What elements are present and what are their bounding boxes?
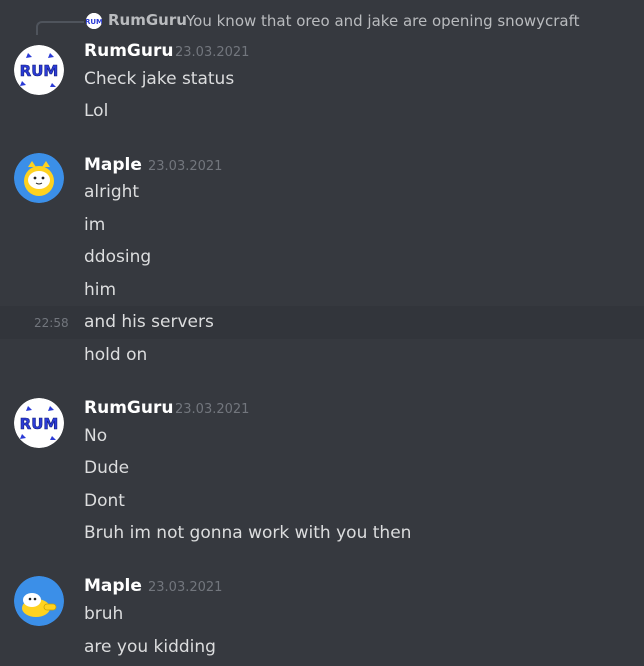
message-text: Bruh im not gonna work with you then: [84, 523, 412, 543]
message-text: him: [84, 280, 117, 300]
message-author[interactable]: RumGuru: [84, 41, 173, 61]
message-text: alright: [84, 182, 140, 202]
message-text: ddosing: [84, 247, 152, 267]
message-hover-time: 22:58: [34, 316, 69, 330]
rumguru-avatar[interactable]: RUM: [14, 398, 64, 448]
message-text: bruh: [84, 604, 124, 624]
message-text: Dont: [84, 491, 125, 511]
message-timestamp: 23.03.2021: [175, 45, 250, 60]
message-text: are you kidding: [84, 637, 216, 657]
message-author[interactable]: Maple: [84, 155, 142, 175]
message-author[interactable]: Maple: [84, 576, 142, 596]
message-timestamp: 23.03.2021: [175, 402, 250, 417]
rumguru-avatar[interactable]: RUM: [14, 45, 64, 95]
message-timestamp: 23.03.2021: [148, 580, 223, 595]
reply-author[interactable]: RumGuru: [108, 11, 187, 29]
message-text: Lol: [84, 101, 109, 121]
message-timestamp: 23.03.2021: [148, 159, 223, 174]
message-author[interactable]: RumGuru: [84, 398, 173, 418]
message-text: and his servers: [84, 312, 214, 332]
reply-avatar-icon[interactable]: RUM: [86, 13, 102, 29]
svg-text:RUM: RUM: [20, 62, 59, 80]
svg-text:RUM: RUM: [86, 18, 102, 26]
message-text: No: [84, 426, 108, 446]
message-text: Dude: [84, 458, 130, 478]
maple-avatar[interactable]: [14, 576, 64, 626]
reply-text[interactable]: You know that oreo and jake are opening …: [186, 12, 580, 30]
chat-messages: RUM RumGuru You know that oreo and jake …: [0, 0, 644, 666]
reply-connector: [36, 21, 84, 35]
message-text: im: [84, 215, 106, 235]
message-text: hold on: [84, 345, 148, 365]
svg-text:RUM: RUM: [20, 415, 59, 433]
maple-avatar[interactable]: [14, 153, 64, 203]
message-text: Check jake status: [84, 69, 235, 89]
